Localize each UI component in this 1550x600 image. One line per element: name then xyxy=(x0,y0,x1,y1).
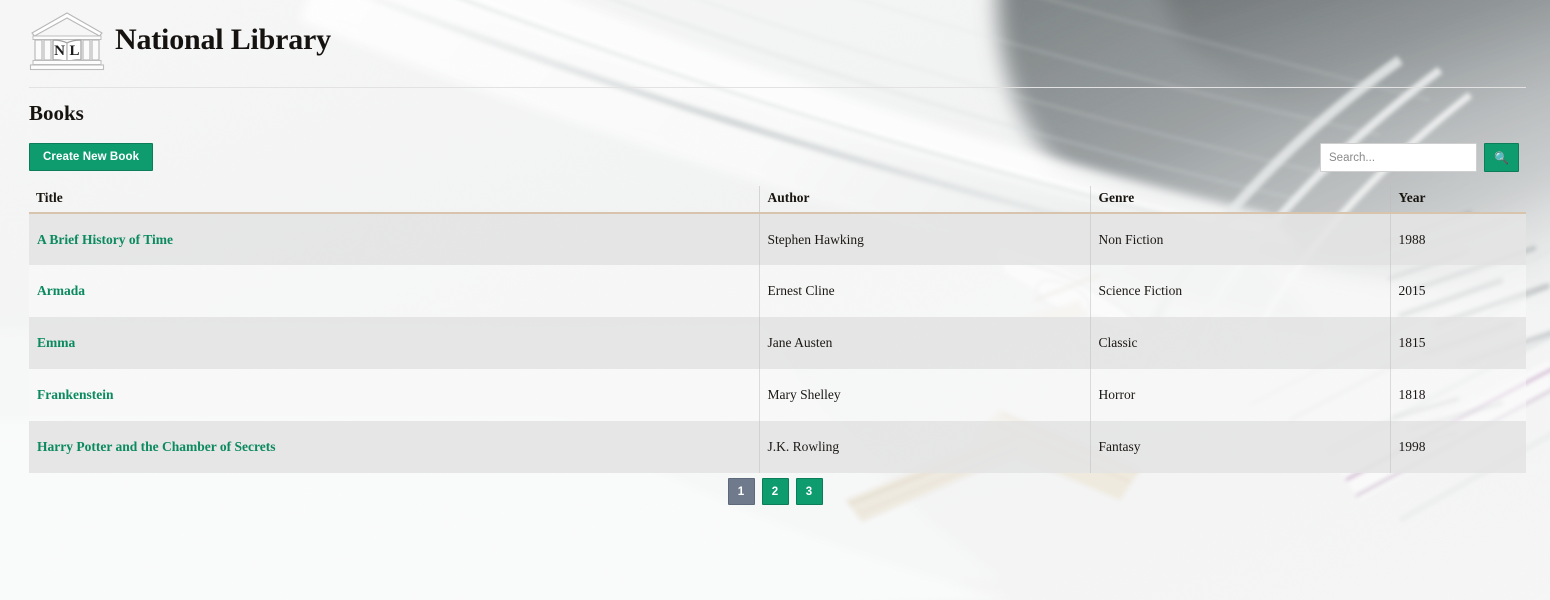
book-title-link[interactable]: Armada xyxy=(37,283,85,298)
book-title-link[interactable]: Harry Potter and the Chamber of Secrets xyxy=(37,439,275,454)
site-header: N L National Library xyxy=(29,0,1526,88)
cell-title: Emma xyxy=(29,317,759,369)
cell-author: Ernest Cline xyxy=(758,265,1090,317)
book-title-link[interactable]: Emma xyxy=(37,335,75,350)
table-row: Frankenstein Mary Shelley Horror 1818 xyxy=(29,369,1526,421)
column-header-title[interactable]: Title xyxy=(29,186,759,214)
svg-text:N: N xyxy=(54,43,65,59)
search-button[interactable]: 🔍 xyxy=(1484,143,1519,172)
column-header-genre[interactable]: Genre xyxy=(1089,186,1390,214)
cell-genre: Classic xyxy=(1089,317,1390,369)
page-title: Books xyxy=(29,101,84,125)
cell-title: Armada xyxy=(29,265,759,317)
table-row: Harry Potter and the Chamber of Secrets … xyxy=(29,421,1526,473)
table-header-row: Title Author Genre Year xyxy=(29,186,1526,214)
cell-title: Harry Potter and the Chamber of Secrets xyxy=(29,421,759,473)
table-row: A Brief History of Time Stephen Hawking … xyxy=(29,213,1526,265)
table-header: Title Author Genre Year xyxy=(29,186,1526,214)
book-title-link[interactable]: A Brief History of Time xyxy=(37,232,173,247)
pagination-page-3[interactable]: 3 xyxy=(795,478,823,505)
pagination: 1 2 3 xyxy=(0,478,1550,505)
cell-genre: Horror xyxy=(1089,369,1390,421)
search-icon: 🔍 xyxy=(1494,150,1509,165)
cell-genre: Fantasy xyxy=(1089,421,1390,473)
search-bar: 🔍 xyxy=(1320,143,1519,172)
pagination-page-1[interactable]: 1 xyxy=(727,478,755,505)
table-row: Emma Jane Austen Classic 1815 xyxy=(29,317,1526,369)
cell-year: 1815 xyxy=(1389,317,1526,369)
cell-author: Stephen Hawking xyxy=(758,213,1090,265)
page-container: N L National Library Books Create New Bo… xyxy=(0,0,1550,600)
column-header-author[interactable]: Author xyxy=(758,186,1090,214)
books-table: Title Author Genre Year A Brief History … xyxy=(29,186,1526,473)
cell-author: Jane Austen xyxy=(758,317,1090,369)
table-row: Armada Ernest Cline Science Fiction 2015 xyxy=(29,265,1526,317)
cell-genre: Science Fiction xyxy=(1089,265,1390,317)
cell-author: J.K. Rowling xyxy=(758,421,1090,473)
pagination-page-2[interactable]: 2 xyxy=(761,478,789,505)
column-header-year[interactable]: Year xyxy=(1389,186,1526,214)
brand[interactable]: N L National Library xyxy=(29,0,1526,74)
cell-year: 1998 xyxy=(1389,421,1526,473)
brand-title: National Library xyxy=(115,23,331,56)
cell-year: 1818 xyxy=(1389,369,1526,421)
cell-title: Frankenstein xyxy=(29,369,759,421)
library-building-open-book-icon: N L xyxy=(29,10,105,72)
cell-year: 1988 xyxy=(1389,213,1526,265)
cell-year: 2015 xyxy=(1389,265,1526,317)
cell-title: A Brief History of Time xyxy=(29,213,759,265)
book-title-link[interactable]: Frankenstein xyxy=(37,387,114,402)
cell-genre: Non Fiction xyxy=(1089,213,1390,265)
search-input[interactable] xyxy=(1320,143,1477,172)
table-body: A Brief History of Time Stephen Hawking … xyxy=(29,213,1526,473)
svg-text:L: L xyxy=(69,43,79,59)
cell-author: Mary Shelley xyxy=(758,369,1090,421)
create-new-book-button[interactable]: Create New Book xyxy=(29,143,154,171)
